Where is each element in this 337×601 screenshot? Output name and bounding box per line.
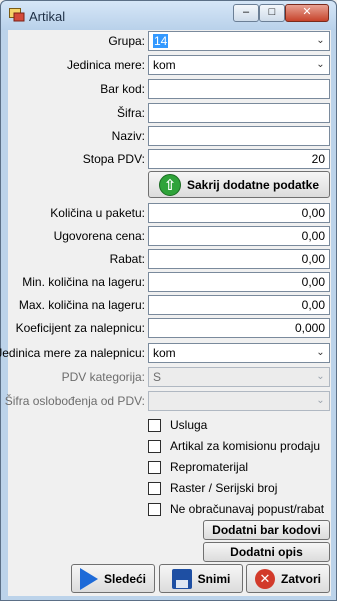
naziv-label: Naziv: — [111, 129, 145, 143]
zatvori-button[interactable]: ✕ Zatvori — [246, 564, 330, 593]
bar-kod-input[interactable] — [148, 79, 330, 99]
min-kolicina-input[interactable]: 0,00 — [148, 272, 330, 292]
play-icon — [79, 567, 98, 590]
form-body: Grupa: 14 ⌄ Jedinica mere: kom ⌄ Bar kod… — [0, 30, 331, 596]
jedinica-nalepnica-dropdown[interactable]: kom ⌄ — [148, 343, 330, 363]
checkbox-box[interactable] — [148, 418, 161, 432]
maximize-button[interactable]: □ — [259, 4, 285, 22]
sledeci-label: Sledeći — [103, 571, 147, 586]
title-bar: Artikal – □ ✕ — [1, 1, 336, 30]
chevron-down-icon: ⌄ — [316, 395, 325, 406]
koeficijent-input[interactable]: 0,000 — [148, 318, 330, 338]
max-kolicina-input[interactable]: 0,00 — [148, 295, 330, 315]
koeficijent-label: Koeficijent za nalepnicu: — [15, 321, 145, 335]
sifra-oslobodjenja-dropdown[interactable]: ⌄ — [148, 391, 330, 411]
close-window-button[interactable]: ✕ — [285, 4, 329, 22]
komisiona-prodaja-checkbox[interactable]: Artikal za komisionu prodaju — [148, 438, 320, 454]
usluga-checkbox[interactable]: Usluga — [148, 417, 207, 433]
checkbox-box[interactable] — [148, 439, 161, 453]
sifra-label: Šifra: — [116, 106, 145, 120]
form-icon — [9, 8, 25, 22]
repromaterijal-checkbox[interactable]: Repromaterijal — [148, 459, 248, 475]
ne-obracunavaj-label: Ne obračunavaj popust/rabat — [170, 502, 325, 516]
pdv-kategorija-dropdown[interactable]: S ⌄ — [148, 367, 330, 387]
ugovorena-cena-label: Ugovorena cena: — [53, 229, 145, 243]
jedinica-mere-label: Jedinica mere: — [66, 58, 145, 72]
sifra-oslobodjenja-label: Šifra oslobođenja od PDV: — [4, 394, 145, 408]
grupa-dropdown[interactable]: 14 ⌄ — [148, 31, 330, 51]
chevron-down-icon: ⌄ — [316, 347, 325, 358]
min-kolicina-label: Min. količina na lageru: — [22, 275, 145, 289]
dodatni-opis-button[interactable]: Dodatni opis — [203, 542, 330, 562]
grupa-label: Grupa: — [108, 34, 145, 48]
jedinica-nalepnica-label: Jedinica mere za nalepnicu: — [0, 346, 145, 360]
arrow-up-circle-icon: ⇧ — [158, 173, 181, 196]
usluga-label: Usluga — [170, 418, 208, 432]
raster-serijski-checkbox[interactable]: Raster / Serijski broj — [148, 480, 277, 496]
naziv-input[interactable] — [148, 126, 330, 146]
stopa-pdv-input[interactable]: 20 — [148, 149, 330, 169]
floppy-disk-icon — [171, 568, 192, 589]
sakrij-dodatne-podatke-button[interactable]: ⇧ Sakrij dodatne podatke — [148, 171, 330, 198]
komisiona-prodaja-label: Artikal za komisionu prodaju — [170, 439, 321, 453]
pdv-kategorija-label: PDV kategorija: — [61, 370, 145, 384]
chevron-down-icon: ⌄ — [316, 371, 325, 382]
checkbox-box[interactable] — [148, 481, 161, 495]
rabat-input[interactable]: 0,00 — [148, 249, 330, 269]
window: Artikal – □ ✕ Grupa: 14 ⌄ Jedinica mere:… — [0, 0, 337, 601]
stopa-pdv-label: Stopa PDV: — [82, 152, 145, 166]
bar-kod-label: Bar kod: — [100, 82, 145, 96]
raster-serijski-label: Raster / Serijski broj — [170, 481, 278, 495]
checkbox-box[interactable] — [148, 502, 161, 516]
snimi-button[interactable]: Snimi — [159, 564, 243, 593]
sakrij-label: Sakrij dodatne podatke — [186, 177, 320, 192]
chevron-down-icon: ⌄ — [316, 35, 325, 46]
kolicina-u-paketu-label: Količina u paketu: — [50, 206, 145, 220]
minimize-button[interactable]: – — [233, 4, 259, 22]
rabat-label: Rabat: — [109, 252, 145, 266]
snimi-label: Snimi — [197, 571, 231, 586]
ne-obracunavaj-checkbox[interactable]: Ne obračunavaj popust/rabat — [148, 501, 324, 517]
dodatni-bar-kodovi-button[interactable]: Dodatni bar kodovi — [203, 520, 330, 540]
jedinica-mere-dropdown[interactable]: kom ⌄ — [148, 55, 330, 75]
checkbox-box[interactable] — [148, 460, 161, 474]
chevron-down-icon: ⌄ — [316, 59, 325, 70]
sledeci-button[interactable]: Sledeći — [71, 564, 155, 593]
ugovorena-cena-input[interactable]: 0,00 — [148, 226, 330, 246]
close-circle-icon: ✕ — [254, 568, 275, 589]
max-kolicina-label: Max. količina na lageru: — [18, 298, 145, 312]
kolicina-u-paketu-input[interactable]: 0,00 — [148, 203, 330, 223]
zatvori-label: Zatvori — [280, 571, 321, 586]
window-title: Artikal — [29, 9, 66, 24]
sifra-input[interactable] — [148, 103, 330, 123]
repromaterijal-label: Repromaterijal — [170, 460, 249, 474]
